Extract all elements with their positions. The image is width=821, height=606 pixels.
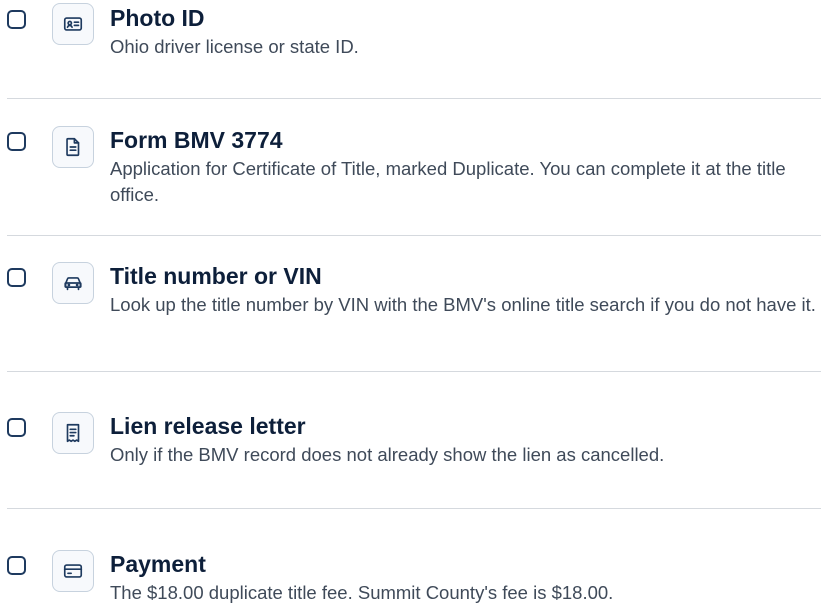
checkbox-form-bmv[interactable] — [7, 132, 26, 151]
credit-card-icon — [52, 550, 94, 592]
item-description: Ohio driver license or state ID. — [110, 36, 359, 57]
document-icon — [52, 126, 94, 168]
id-card-icon — [52, 3, 94, 45]
checkbox-payment[interactable] — [7, 556, 26, 575]
item-title: Title number or VIN — [110, 263, 322, 289]
item-description: The $18.00 duplicate title fee. Summit C… — [110, 582, 614, 603]
document-checklist: Photo ID Ohio driver license or state ID… — [0, 0, 821, 604]
item-title: Form BMV 3774 — [110, 127, 283, 153]
checkbox-photo-id[interactable] — [7, 10, 26, 29]
divider — [7, 371, 821, 372]
checkbox-lien-release[interactable] — [7, 418, 26, 437]
item-title: Payment — [110, 551, 206, 577]
receipt-icon — [52, 412, 94, 454]
car-icon — [52, 262, 94, 304]
divider — [7, 508, 821, 509]
item-description: Look up the title number by VIN with the… — [110, 294, 816, 315]
item-description: Application for Certificate of Title, ma… — [110, 158, 786, 205]
item-title: Photo ID — [110, 5, 205, 31]
checkbox-title-number[interactable] — [7, 268, 26, 287]
divider — [7, 235, 821, 236]
divider — [7, 98, 821, 99]
item-description: Only if the BMV record does not already … — [110, 444, 665, 465]
item-title: Lien release letter — [110, 413, 306, 439]
